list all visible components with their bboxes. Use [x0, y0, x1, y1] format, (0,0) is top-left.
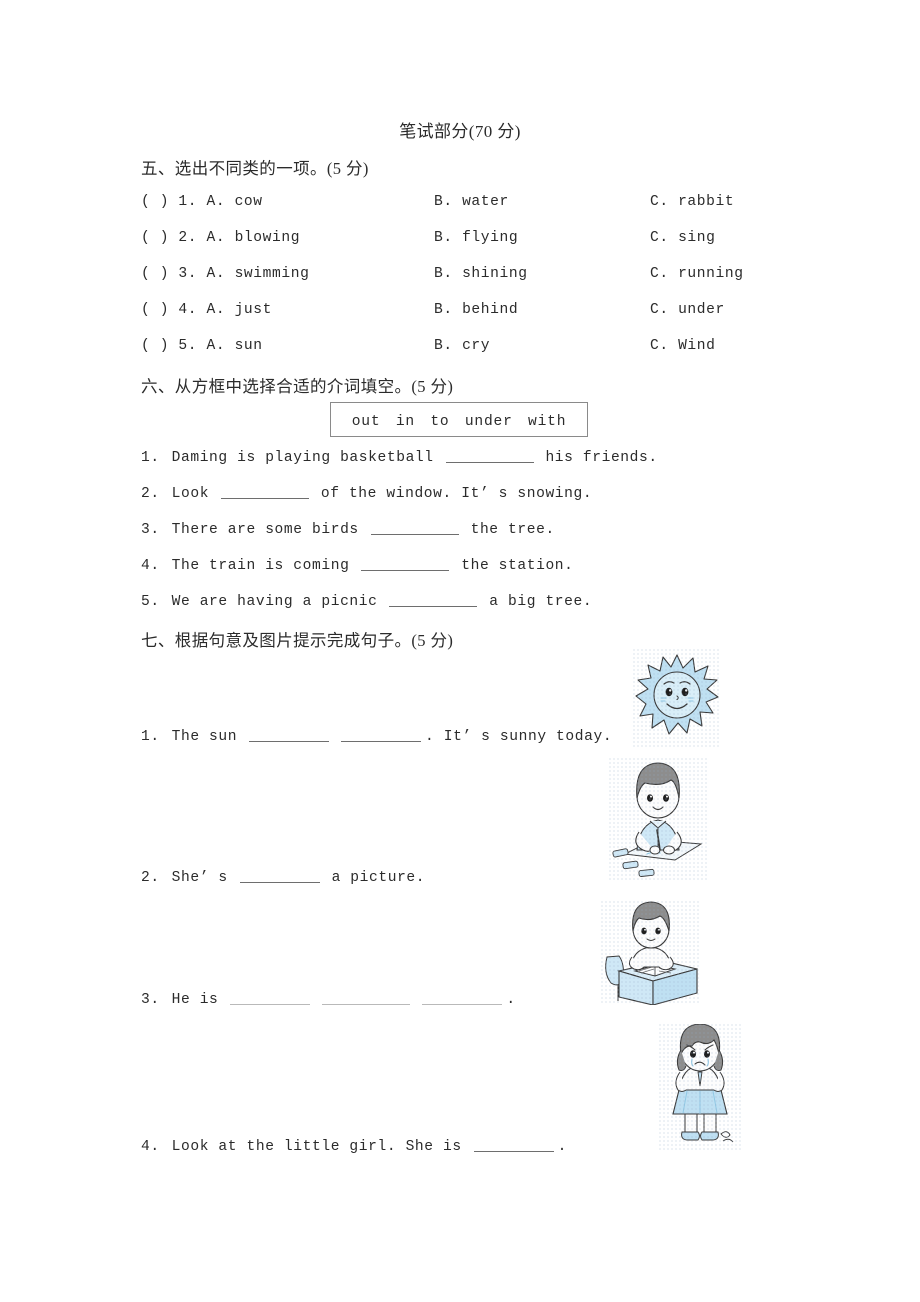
item-number: 2. [141, 870, 168, 886]
mc-option-b[interactable]: B. cry [434, 338, 490, 354]
mc-row: ( ) 1. A. cow B. water C. rabbit [141, 194, 841, 216]
fill-blank-item: 1. Daming is playing basketball his frie… [141, 448, 658, 466]
item-text-before: We are having a picnic [171, 594, 386, 610]
item-number: 3. [141, 992, 168, 1008]
section-five-heading: 五、选出不同类的一项。(5 分) [141, 159, 369, 178]
picture-prompt-item: 2. She’ s a picture. [141, 868, 425, 886]
answer-blank[interactable] [230, 1004, 311, 1005]
item-text-after: of the window. It’ s snowing. [312, 486, 593, 502]
item-text-before: There are some birds [171, 522, 367, 538]
item-text-before: He is [171, 992, 227, 1008]
answer-blank[interactable] [370, 534, 459, 535]
answer-blank[interactable] [389, 606, 478, 607]
halftone-texture [633, 649, 721, 747]
mc-option-b[interactable]: B. shining [434, 266, 528, 282]
item-text-before: The sun [171, 729, 246, 745]
picture-prompt-item: 1. The sun . It’ s sunny today. [141, 727, 612, 745]
mc-option-b[interactable]: B. behind [434, 302, 518, 318]
item-text-after: the station. [453, 558, 574, 574]
page-title: 笔试部分(70 分) [0, 117, 920, 142]
item-text-before: The train is coming [171, 558, 358, 574]
word-bank-text: out in to under with [351, 414, 567, 430]
answer-blank[interactable] [249, 741, 330, 742]
mc-option-a[interactable]: ( ) 4. A. just [141, 302, 272, 318]
mc-option-a[interactable]: ( ) 5. A. sun [141, 338, 263, 354]
fill-blank-item: 5. We are having a picnic a big tree. [141, 592, 592, 610]
item-number: 1. [141, 729, 168, 745]
halftone-texture [659, 1024, 741, 1150]
mc-option-a[interactable]: ( ) 3. A. swimming [141, 266, 309, 282]
girl-drawing-picture-illustration [609, 758, 707, 880]
crying-girl-illustration [659, 1024, 741, 1150]
mc-option-b[interactable]: B. flying [434, 230, 518, 246]
mc-option-a[interactable]: ( ) 2. A. blowing [141, 230, 300, 246]
mc-row: ( ) 4. A. just B. behind C. under [141, 302, 841, 324]
mc-row: ( ) 5. A. sun B. cry C. Wind [141, 338, 841, 360]
item-text-after: a big tree. [481, 594, 593, 610]
answer-blank[interactable] [322, 1004, 411, 1005]
mc-option-c[interactable]: C. rabbit [650, 194, 734, 210]
fill-blank-item: 2. Look of the window. It’ s snowing. [141, 484, 592, 502]
item-number: 2. [141, 486, 168, 502]
item-text-after: . It’ s sunny today. [425, 729, 613, 745]
mc-option-c[interactable]: C. running [650, 266, 744, 282]
page-title-text: 笔试部分(70 分) [399, 122, 521, 141]
section-seven-heading: 七、根据句意及图片提示完成句子。(5 分) [141, 631, 454, 650]
section-six-heading: 六、从方框中选择合适的介词填空。(5 分) [141, 377, 454, 396]
mc-row: ( ) 2. A. blowing B. flying C. sing [141, 230, 841, 252]
boy-reading-at-desk-illustration [601, 901, 701, 1005]
fill-blank-item: 4. The train is coming the station. [141, 556, 574, 574]
mc-row: ( ) 3. A. swimming B. shining C. running [141, 266, 841, 288]
item-text-after: a picture. [323, 870, 426, 886]
answer-blank[interactable] [239, 882, 320, 883]
item-number: 4. [141, 558, 168, 574]
item-text-after: the tree. [462, 522, 555, 538]
item-text-before: She’ s [171, 870, 236, 886]
mc-option-c[interactable]: C. under [650, 302, 725, 318]
mc-option-c[interactable]: C. sing [650, 230, 716, 246]
item-text-after: . [557, 1139, 567, 1155]
item-number: 4. [141, 1139, 168, 1155]
answer-blank[interactable] [445, 462, 534, 463]
picture-prompt-item: 4. Look at the little girl. She is . [141, 1137, 567, 1155]
mc-option-a[interactable]: ( ) 1. A. cow [141, 194, 263, 210]
mc-option-c[interactable]: C. Wind [650, 338, 716, 354]
halftone-texture [601, 901, 701, 1005]
halftone-texture [609, 758, 707, 880]
mc-option-b[interactable]: B. water [434, 194, 509, 210]
item-text-before: Daming is playing basketball [171, 450, 442, 466]
smiling-sun-illustration [633, 649, 721, 747]
word-bank-box: out in to under with [330, 402, 588, 437]
item-number: 5. [141, 594, 168, 610]
answer-blank[interactable] [473, 1151, 554, 1152]
item-number: 1. [141, 450, 168, 466]
item-text-after: . [506, 992, 516, 1008]
picture-prompt-item: 3. He is . [141, 990, 516, 1008]
fill-blank-item: 3. There are some birds the tree. [141, 520, 555, 538]
item-text-after: his friends. [537, 450, 658, 466]
item-text-before: Look at the little girl. She is [171, 1139, 470, 1155]
answer-blank[interactable] [422, 1004, 503, 1005]
answer-blank[interactable] [341, 741, 422, 742]
answer-blank[interactable] [361, 570, 450, 571]
item-text-before: Look [171, 486, 217, 502]
item-number: 3. [141, 522, 168, 538]
answer-blank[interactable] [220, 498, 309, 499]
worksheet-page: 笔试部分(70 分) 五、选出不同类的一项。(5 分) ( ) 1. A. co… [0, 0, 920, 1302]
